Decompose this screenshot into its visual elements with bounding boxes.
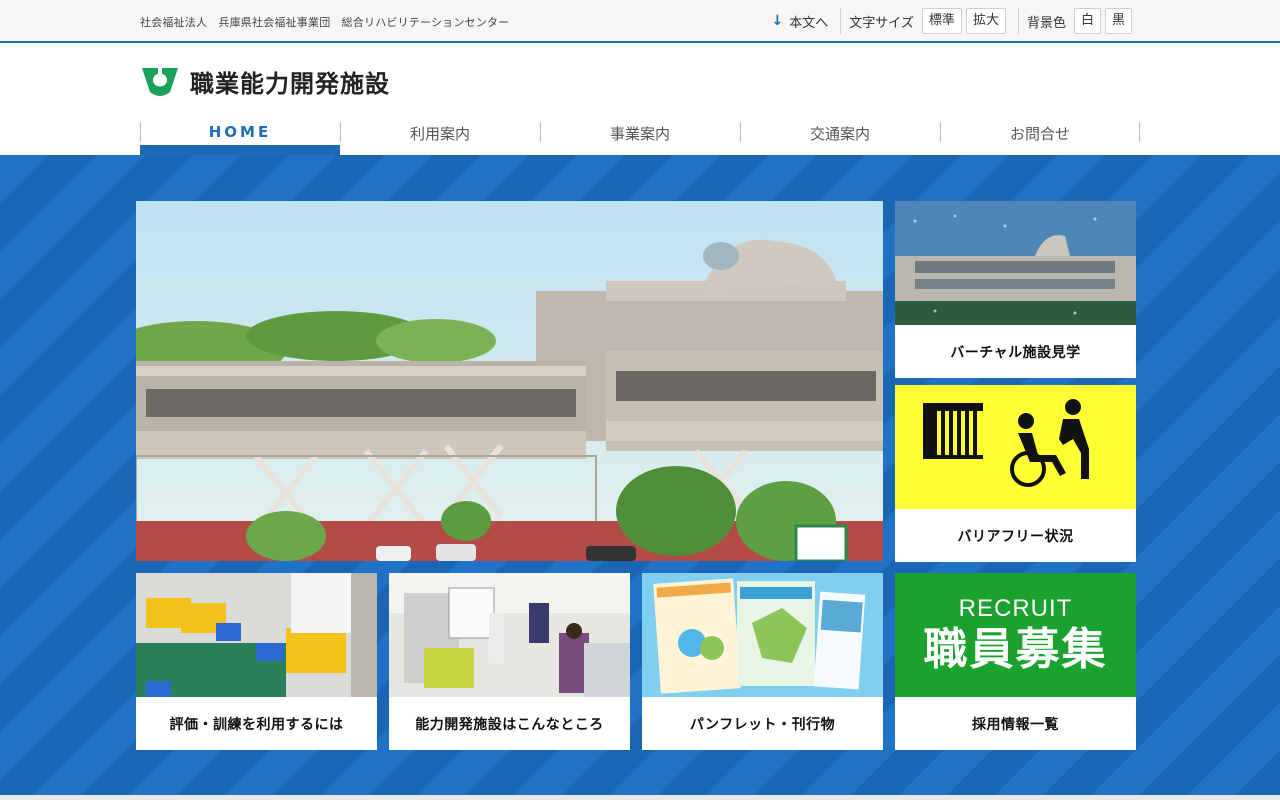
nav-home[interactable]: HOME — [140, 121, 340, 155]
nav-home-label: HOME — [208, 123, 272, 141]
nav-services-label: 事業案内 — [609, 125, 670, 143]
virtual-tour-card[interactable]: バーチャル施設見学 — [895, 201, 1136, 378]
barrier-free-image — [895, 385, 1136, 509]
pamphlet-card[interactable]: パンフレット・刊行物 — [642, 573, 883, 750]
divider — [840, 8, 842, 34]
hero-building-photo — [136, 201, 883, 561]
arrow-down-icon: ↓ — [771, 13, 784, 29]
training-label: 評価・訓練を利用するには — [169, 716, 344, 733]
building-illustration — [136, 201, 883, 561]
recruit-banner: RECRUIT 職員募集 — [895, 573, 1136, 697]
wheelchair-icon — [1010, 399, 1089, 487]
nav-contact[interactable]: お問合せ — [940, 121, 1140, 155]
building-icon — [923, 403, 983, 459]
barrier-free-card[interactable]: バリアフリー状況 — [895, 385, 1136, 562]
main-content: バーチャル施設見学 バリアフリー状況 評価・訓練を利用するには 能力開発施設はこ… — [0, 155, 1280, 795]
about-facility-photo — [389, 573, 630, 697]
bg-black-button[interactable]: 黒 — [1104, 8, 1132, 34]
nav-access[interactable]: 交通案内 — [740, 121, 940, 155]
site-header: 職業能力開発施設 HOME 利用案内 事業案内 交通案内 お問合せ — [0, 43, 1280, 155]
site-title: 職業能力開発施設 — [190, 70, 390, 98]
utility-bar: 社会福祉法人 兵庫県社会福祉事業団 総合リハビリテーションセンター ↓ 本文へ … — [0, 0, 1280, 43]
prefecture-emblem-icon — [142, 67, 178, 96]
about-facility-card[interactable]: 能力開発施設はこんなところ — [389, 573, 630, 750]
skip-label: 本文へ — [789, 15, 829, 31]
bg-color-controls: 背景色 白 黒 — [1027, 8, 1132, 34]
nav-contact-label: お問合せ — [1009, 125, 1070, 143]
nav-usage-guide[interactable]: 利用案内 — [340, 121, 540, 155]
site-logo[interactable]: 職業能力開発施設 — [140, 64, 390, 99]
virtual-tour-image — [895, 201, 1136, 325]
font-size-large-button[interactable]: 拡大 — [965, 8, 1006, 34]
nav-usage-guide-label: 利用案内 — [409, 125, 470, 143]
skip-to-content-link[interactable]: ↓ 本文へ — [772, 12, 841, 31]
training-photo — [136, 573, 377, 697]
accessibility-tools: ↓ 本文へ 文字サイズ 標準 拡大 背景色 白 黒 — [772, 7, 1132, 35]
nav-access-label: 交通案内 — [809, 125, 870, 143]
font-size-standard-button[interactable]: 標準 — [921, 8, 962, 34]
footer-strip — [0, 795, 1280, 800]
recruit-banner-en: RECRUIT — [958, 595, 1073, 622]
divider — [1017, 8, 1019, 34]
font-size-controls: 文字サイズ 標準 拡大 — [849, 8, 1018, 34]
font-size-label: 文字サイズ — [849, 15, 914, 31]
training-card[interactable]: 評価・訓練を利用するには — [136, 573, 377, 750]
global-nav: HOME 利用案内 事業案内 交通案内 お問合せ — [140, 121, 1140, 155]
bg-color-label: 背景色 — [1026, 15, 1066, 31]
pamphlet-image — [642, 573, 883, 697]
pamphlet-label: パンフレット・刊行物 — [689, 716, 836, 733]
recruit-label: 採用情報一覧 — [972, 716, 1059, 733]
nav-services[interactable]: 事業案内 — [540, 121, 740, 155]
bg-white-button[interactable]: 白 — [1073, 8, 1101, 34]
virtual-tour-label: バーチャル施設見学 — [950, 344, 1081, 361]
recruit-card[interactable]: RECRUIT 職員募集 採用情報一覧 — [895, 573, 1136, 750]
about-facility-label: 能力開発施設はこんなところ — [415, 716, 604, 733]
active-indicator — [140, 145, 340, 155]
barrier-free-label: バリアフリー状況 — [957, 528, 1074, 545]
recruit-banner-jp: 職員募集 — [923, 624, 1108, 675]
organization-name: 社会福祉法人 兵庫県社会福祉事業団 総合リハビリテーションセンター — [140, 16, 510, 29]
